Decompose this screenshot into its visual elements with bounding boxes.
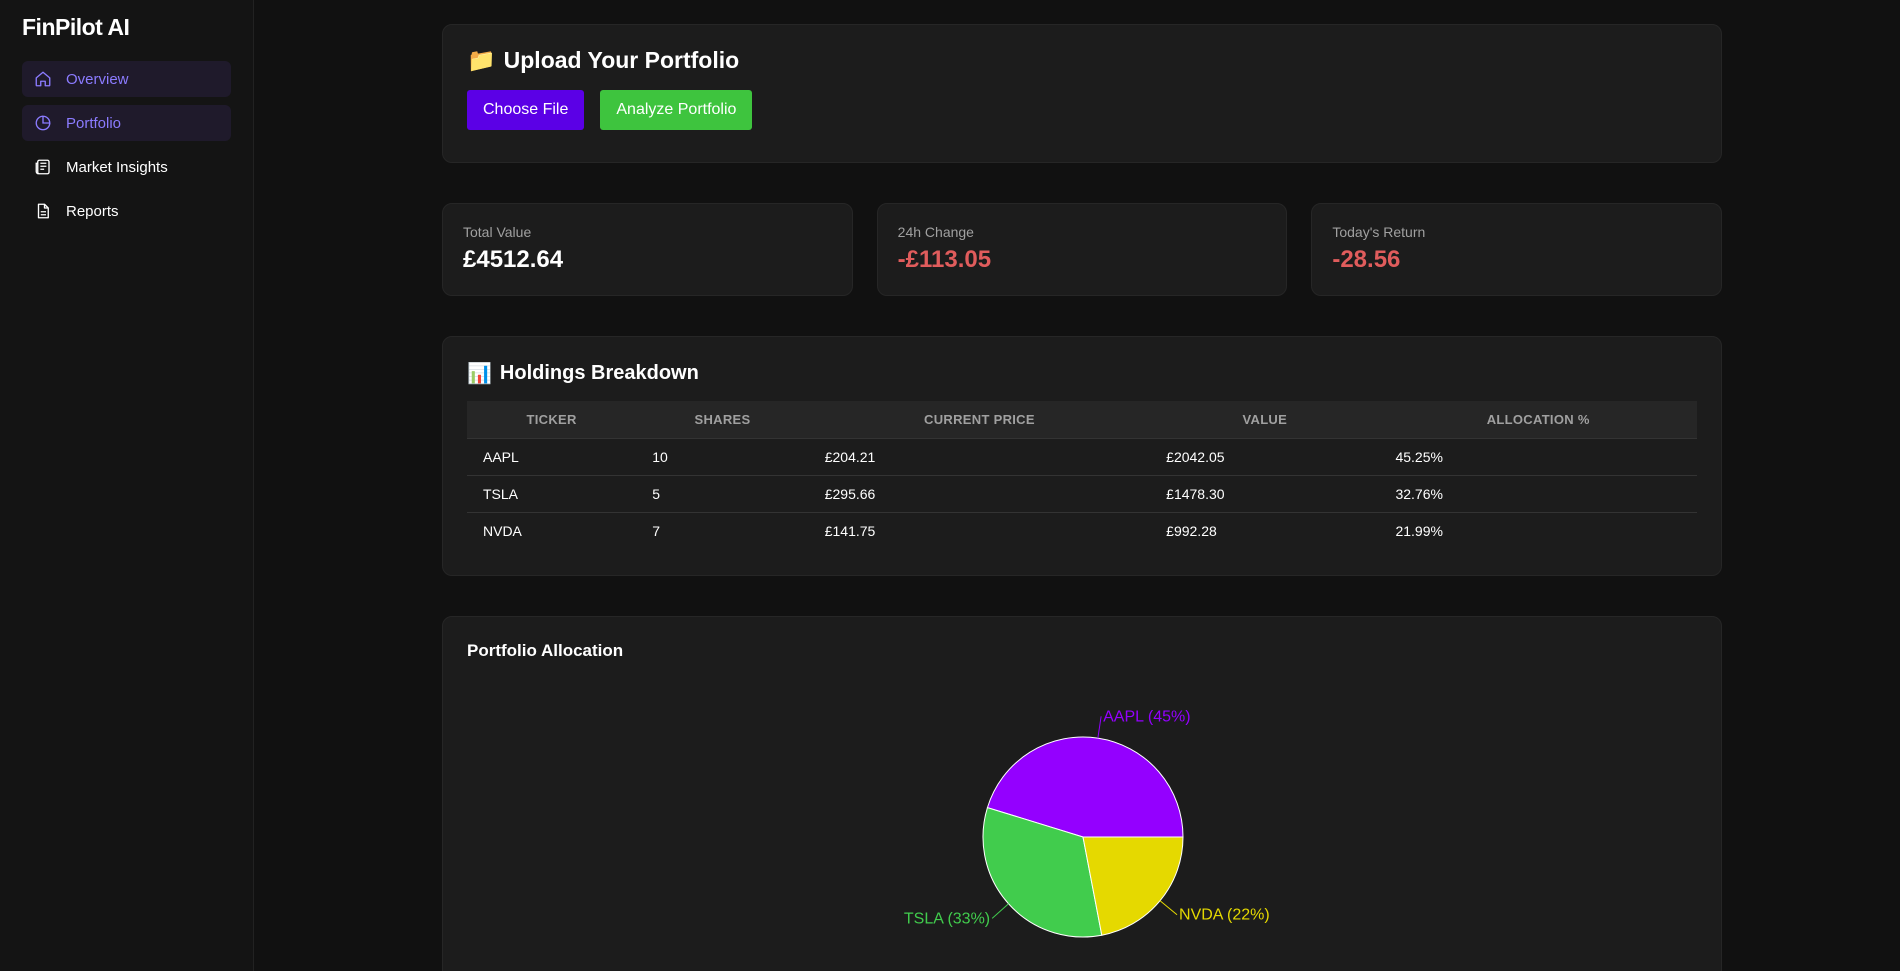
column-header-current-price: Current Price (924, 411, 1035, 427)
stat-value: -£113.05 (897, 246, 992, 273)
sidebar-item-label: Market Insights (66, 158, 168, 176)
table-cell: £204.21 (808, 437, 1151, 475)
pie-leader-line (991, 903, 1009, 919)
main-content: 📁 Upload Your Portfolio Choose File Anal… (254, 0, 1900, 971)
table-cell: 45.25% (1379, 437, 1697, 475)
table-row: TSLA 5 £295.66 £1478.30 32.76% (467, 474, 1697, 512)
table-cell: 32.76% (1379, 474, 1697, 512)
home-icon (35, 71, 51, 87)
upload-title: Upload Your Portfolio (503, 47, 740, 73)
table-row: AAPL 10 £204.21 £2042.05 45.25% (467, 437, 1697, 475)
table-header-row: Ticker Shares Current Price Value Alloca… (467, 401, 1697, 438)
table-cell: £1478.30 (1150, 474, 1380, 512)
bar-chart-icon: 📊 (467, 361, 492, 385)
holdings-title-row: 📊 Holdings Breakdown (467, 361, 1697, 385)
column-header-allocation: Allocation % (1486, 411, 1590, 427)
allocation-card: Portfolio Allocation AAPL (45%) TSLA (33%… (442, 616, 1722, 971)
stat-label: 24h Change (897, 224, 974, 240)
pie-leader-line (1159, 900, 1178, 916)
pie-label-tsla: TSLA (33%) (904, 910, 990, 927)
analyze-portfolio-button[interactable]: Analyze Portfolio (600, 90, 753, 130)
pie-label-aapl: AAPL (45%) (1103, 708, 1190, 725)
stat-value: -28.56 (1332, 246, 1401, 273)
sidebar-item-label: Overview (66, 70, 129, 88)
table-cell: 21.99% (1379, 511, 1697, 549)
document-icon (37, 203, 49, 219)
column-header-ticker: Ticker (526, 411, 577, 427)
sidebar-item-portfolio[interactable]: Portfolio (22, 105, 231, 141)
table-cell: NVDA (467, 511, 637, 549)
sidebar-nav: Overview Portfolio Market Insights Repor… (22, 61, 231, 229)
table-cell: £141.75 (808, 511, 1151, 549)
stats-row: Total Value £4512.64 24h Change -£113.05… (442, 203, 1723, 296)
table-cell: £295.66 (808, 474, 1151, 512)
brand-logo: FinPilot AI (22, 14, 130, 40)
holdings-title: Holdings Breakdown (499, 361, 699, 384)
holdings-card: 📊 Holdings Breakdown Ticker Shares Curre… (442, 336, 1722, 576)
column-header-value: Value (1242, 411, 1288, 427)
sidebar-item-reports[interactable]: Reports (22, 193, 231, 229)
pie-leader-line (1097, 716, 1102, 739)
newspaper-icon (35, 159, 50, 175)
table-cell: TSLA (467, 474, 637, 512)
content-column: 📁 Upload Your Portfolio Choose File Anal… (442, 24, 1723, 971)
allocation-pie-chart: AAPL (45%) TSLA (33%) NVDA (22%) (904, 708, 1270, 938)
holdings-table: Ticker Shares Current Price Value Alloca… (467, 401, 1697, 549)
upload-title-row: 📁 Upload Your Portfolio (467, 47, 1697, 74)
stat-total-value: Total Value £4512.64 (442, 203, 853, 296)
folder-icon: 📁 (467, 48, 496, 74)
stat-label: Total Value (463, 224, 532, 240)
choose-file-button[interactable]: Choose File (467, 90, 585, 130)
pie-chart-icon (35, 115, 51, 131)
pie-label-nvda: NVDA (22%) (1179, 907, 1270, 924)
sidebar: FinPilot AI Overview Portfolio Market In… (0, 0, 254, 971)
upload-card: 📁 Upload Your Portfolio Choose File Anal… (442, 24, 1722, 163)
sidebar-item-label: Reports (66, 202, 119, 220)
table-cell: £992.28 (1150, 511, 1380, 549)
table-cell: £2042.05 (1150, 437, 1380, 475)
stat-value: £4512.64 (463, 246, 564, 273)
table-cell: AAPL (467, 437, 637, 475)
table-cell: 7 (636, 511, 809, 549)
table-cell: 5 (636, 474, 809, 512)
stat-todays-return: Today's Return -28.56 (1311, 203, 1723, 296)
stat-24h-change: 24h Change -£113.05 (876, 203, 1288, 296)
stat-label: Today's Return (1332, 224, 1426, 240)
sidebar-item-market-insights[interactable]: Market Insights (22, 149, 231, 185)
table-cell: 10 (636, 437, 809, 475)
sidebar-item-label: Portfolio (66, 114, 122, 132)
column-header-shares: Shares (694, 411, 751, 427)
upload-actions: Choose File Analyze Portfolio (467, 90, 1697, 130)
app-root: FinPilot AI Overview Portfolio Market In… (0, 0, 1900, 971)
sidebar-item-overview[interactable]: Overview (22, 61, 231, 97)
table-row: NVDA 7 £141.75 £992.28 21.99% (467, 511, 1697, 549)
